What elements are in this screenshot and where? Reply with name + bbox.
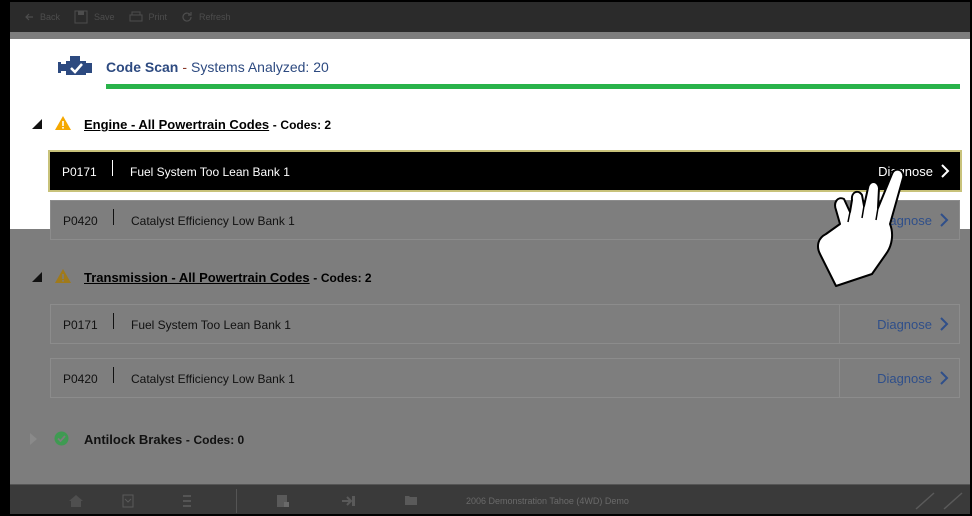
group-name: Antilock Brakes [84, 432, 183, 447]
bottom-divider [236, 489, 237, 513]
diagnose-label: Diagnose [877, 316, 932, 332]
group-codes-count: Codes: 2 [280, 118, 332, 132]
print-button[interactable]: Print [129, 11, 168, 23]
group-header-engine[interactable]: Engine - All Powertrain Codes - Codes: 2 [10, 109, 970, 139]
group-label-transmission: Transmission - All Powertrain Codes - Co… [84, 270, 372, 285]
scan-title-label: Code Scan [106, 59, 179, 75]
chevron-right-icon [940, 213, 949, 227]
scan-title: Code Scan - Systems Analyzed: 20 [106, 59, 329, 75]
dtc-description: Catalyst Efficiency Low Bank 1 [131, 372, 295, 386]
vehicle-label: 2006 Demonstration Tahoe (4WD) Demo [466, 496, 629, 506]
dtc-row[interactable]: P0420 Catalyst Efficiency Low Bank 1 Dia… [50, 358, 960, 398]
group-codes-separator: - [313, 271, 318, 285]
warning-icon [55, 116, 71, 130]
top-toolbar: Back Save Print Refresh [10, 2, 970, 32]
save-icon [74, 10, 88, 24]
refresh-icon [182, 12, 192, 22]
back-label: Back [40, 12, 61, 22]
group-codes-separator: - [272, 118, 277, 132]
dtc-description: Fuel System Too Lean Bank 1 [130, 165, 290, 179]
group-header-antilock-brakes[interactable]: Antilock Brakes - Codes: 0 [10, 424, 970, 454]
warning-icon [55, 269, 71, 283]
dtc-divider [113, 313, 114, 329]
dtc-code: P0171 [63, 318, 98, 332]
scan-title-separator: - [182, 59, 188, 75]
scan-progress-fill [106, 84, 960, 89]
dtc-code: P0420 [63, 214, 98, 228]
scan-progress-bar [106, 84, 960, 89]
list-icon[interactable] [182, 494, 192, 508]
dtc-description: Catalyst Efficiency Low Bank 1 [131, 214, 295, 228]
app-screen: Back Save Print Refresh Code Scan - Syst… [10, 2, 970, 514]
group-codes-count: Codes: 0 [193, 433, 245, 447]
folder-icon[interactable] [404, 494, 418, 506]
back-button[interactable]: Back [24, 12, 60, 22]
save-label: Save [94, 12, 115, 22]
vehicle-connect-icon[interactable] [340, 494, 356, 508]
group-name: Engine - All Powertrain Codes [84, 117, 270, 132]
collapse-triangle-icon[interactable] [32, 272, 42, 282]
dtc-row[interactable]: P0171 Fuel System Too Lean Bank 1 Diagno… [50, 304, 960, 344]
print-icon [129, 11, 143, 22]
back-arrow-icon [25, 13, 33, 21]
check-circle-icon [54, 431, 69, 446]
scroll-down-icon[interactable] [122, 494, 134, 508]
dtc-divider [112, 160, 113, 176]
group-codes-separator: - [185, 433, 190, 447]
expand-triangle-icon[interactable] [30, 433, 37, 445]
dtc-divider [113, 367, 114, 383]
pointing-hand-icon [817, 168, 905, 287]
report-icon[interactable] [276, 494, 290, 508]
collapse-triangle-icon[interactable] [32, 119, 42, 129]
group-label-engine: Engine - All Powertrain Codes - Codes: 2 [84, 117, 331, 132]
group-codes-count: Codes: 2 [320, 271, 372, 285]
print-label: Print [148, 12, 168, 22]
home-icon[interactable] [68, 494, 84, 508]
refresh-button[interactable]: Refresh [181, 11, 231, 23]
group-name: Transmission - All Powertrain Codes [84, 270, 310, 285]
dtc-description: Fuel System Too Lean Bank 1 [131, 318, 291, 332]
dtc-divider [113, 209, 114, 225]
diagnose-button[interactable]: Diagnose [839, 305, 959, 343]
bottom-toolbar: 2006 Demonstration Tahoe (4WD) Demo [10, 484, 970, 514]
dtc-code: P0171 [62, 165, 97, 179]
engine-icon [58, 56, 92, 75]
chevron-right-icon [940, 371, 949, 385]
save-button[interactable]: Save [74, 10, 115, 24]
screenshot-frame: Back Save Print Refresh Code Scan - Syst… [0, 0, 972, 516]
systems-analyzed: Systems Analyzed: 20 [191, 59, 329, 75]
group-label-antilock-brakes: Antilock Brakes - Codes: 0 [84, 432, 244, 447]
diagnose-button[interactable]: Diagnose [839, 359, 959, 397]
diagnose-label: Diagnose [877, 370, 932, 386]
refresh-label: Refresh [199, 12, 231, 22]
dtc-code: P0420 [63, 372, 98, 386]
chevron-right-icon [941, 164, 950, 178]
chevron-right-icon [940, 317, 949, 331]
resize-icon[interactable] [914, 491, 964, 511]
